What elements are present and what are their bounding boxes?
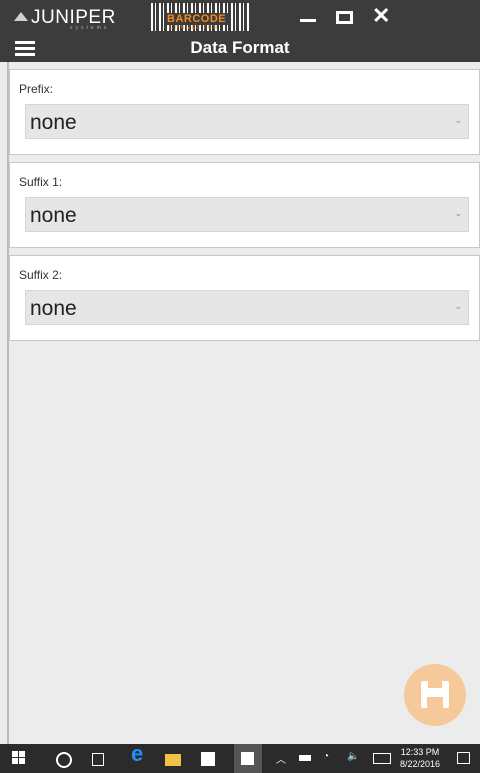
suffix1-label: Suffix 1: bbox=[19, 175, 63, 189]
maximize-button[interactable] bbox=[326, 0, 362, 34]
volume-icon[interactable]: 🔈 bbox=[347, 751, 359, 762]
close-icon: ✕ bbox=[372, 3, 391, 28]
minimize-icon bbox=[300, 19, 316, 22]
keyboard-icon[interactable] bbox=[373, 753, 391, 764]
start-icon[interactable] bbox=[12, 750, 26, 767]
suffix2-label: Suffix 2: bbox=[19, 268, 63, 282]
wifi-icon[interactable]: ◔ bbox=[323, 751, 329, 762]
chevron-down-icon: ⌄ bbox=[454, 301, 462, 311]
windows-taskbar: e ︿ ◔ 🔈 12:33 PM 8/22/2016 bbox=[0, 743, 480, 773]
suffix2-panel: Suffix 2: none ⌄ bbox=[9, 255, 480, 341]
chevron-down-icon: ⌄ bbox=[454, 115, 462, 125]
prefix-panel: Prefix: none ⌄ bbox=[9, 69, 480, 155]
store-icon[interactable] bbox=[201, 752, 215, 766]
suffix1-value: none bbox=[30, 204, 77, 227]
clock-time: 12:33 PM bbox=[400, 747, 440, 757]
clock-date: 8/22/2016 bbox=[400, 759, 441, 769]
suffix2-select[interactable]: none ⌄ bbox=[25, 290, 469, 325]
title-bar: JUNIPER systems BARCODE CONNECTOR ✕ bbox=[0, 0, 480, 34]
suffix2-value: none bbox=[30, 297, 77, 320]
juniper-logo-icon bbox=[14, 12, 28, 21]
prefix-value: none bbox=[30, 111, 77, 134]
save-icon bbox=[421, 681, 449, 708]
notification-icon[interactable] bbox=[457, 752, 470, 764]
maximize-icon bbox=[336, 11, 353, 24]
close-button[interactable]: ✕ bbox=[364, 0, 400, 34]
cortana-icon[interactable] bbox=[56, 752, 72, 768]
app-bar: Data Format bbox=[0, 34, 480, 62]
system-clock[interactable]: 12:33 PM 8/22/2016 bbox=[400, 746, 440, 770]
page-title: Data Format bbox=[190, 38, 290, 57]
chevron-down-icon: ⌄ bbox=[454, 208, 462, 218]
minimize-button[interactable] bbox=[290, 0, 326, 34]
prefix-label: Prefix: bbox=[19, 82, 54, 96]
chevron-up-icon[interactable]: ︿ bbox=[276, 751, 286, 766]
barcode-sublabel: CONNECTOR bbox=[169, 25, 220, 31]
barcode-app-icon[interactable] bbox=[234, 744, 262, 773]
prefix-select[interactable]: none ⌄ bbox=[25, 104, 469, 139]
barcode-connector-logo: BARCODE CONNECTOR bbox=[151, 3, 251, 31]
suffix1-panel: Suffix 1: none ⌄ bbox=[9, 162, 480, 248]
battery-icon[interactable] bbox=[299, 755, 311, 761]
barcode-label: BARCODE bbox=[165, 13, 229, 25]
brand-subtitle: systems bbox=[70, 25, 110, 31]
task-view-icon[interactable] bbox=[92, 753, 104, 766]
file-explorer-icon[interactable] bbox=[165, 754, 181, 766]
suffix1-select[interactable]: none ⌄ bbox=[25, 197, 469, 232]
save-button[interactable] bbox=[404, 664, 466, 726]
edge-icon[interactable]: e bbox=[131, 743, 143, 765]
